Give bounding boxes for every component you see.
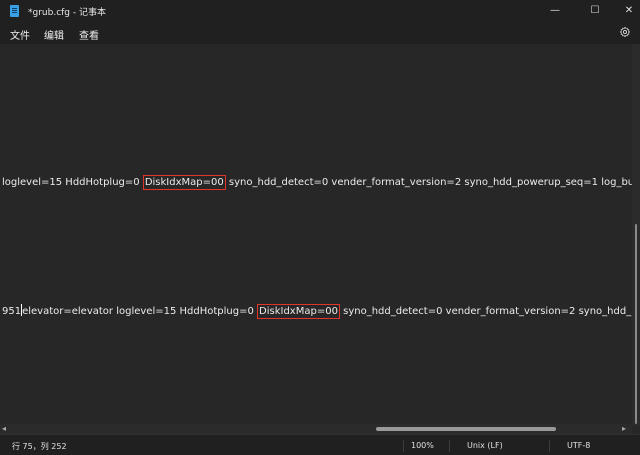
cursor-position: 行 75，列 252 [12,442,67,451]
close-button[interactable]: ✕ [612,0,640,22]
status-divider [449,440,450,452]
title-bar[interactable]: *grub.cfg - 记事本 — ☐ ✕ [0,0,640,22]
horizontal-scroll-thumb[interactable] [376,427,556,431]
status-divider [403,440,404,452]
gear-icon[interactable] [619,26,631,38]
menu-view[interactable]: 查看 [79,27,99,42]
vertical-scrollbar[interactable] [632,44,640,426]
window-title: *grub.cfg - 记事本 [28,8,106,18]
line-text-after: syno_hdd_detect=0 vender_format_version=… [343,306,632,317]
text-line[interactable]: 951elevator=elevator loglevel=15 HddHotp… [2,304,632,319]
minimize-button[interactable]: — [538,0,572,22]
highlight-box: DiskIdxMap=00 [142,175,226,190]
text-editor[interactable]: loglevel=15 HddHotplug=0 DiskIdxMap=00 s… [0,44,632,424]
horizontal-scrollbar[interactable]: ◂ ▸ [0,424,632,434]
line-text-before: loglevel=15 HddHotplug=0 [2,177,143,188]
zoom-level[interactable]: 100% [411,441,434,450]
line-ending[interactable]: Unix (LF) [467,441,503,450]
vertical-scroll-thumb[interactable] [635,224,637,424]
line-text-before: 951 [2,306,22,317]
status-divider [549,440,550,452]
menu-edit[interactable]: 编辑 [44,27,64,42]
notepad-icon [10,5,19,17]
maximize-button[interactable]: ☐ [578,0,612,22]
menu-bar: 文件 编辑 查看 [0,22,640,44]
status-bar: 行 75，列 252 100% Unix (LF) UTF-8 [0,434,640,455]
line-text-middle: elevator=elevator loglevel=15 HddHotplug… [22,306,258,317]
highlight-box: DiskIdxMap=00 [257,304,340,319]
scroll-right-icon[interactable]: ▸ [622,424,626,434]
notepad-window: *grub.cfg - 记事本 — ☐ ✕ 文件 编辑 查看 loglevel=… [0,0,640,455]
encoding[interactable]: UTF-8 [567,441,590,450]
scroll-left-icon[interactable]: ◂ [2,424,6,434]
line-text-after: syno_hdd_detect=0 vender_format_version=… [228,177,632,188]
menu-file[interactable]: 文件 [10,27,30,42]
text-line[interactable]: loglevel=15 HddHotplug=0 DiskIdxMap=00 s… [2,175,632,190]
